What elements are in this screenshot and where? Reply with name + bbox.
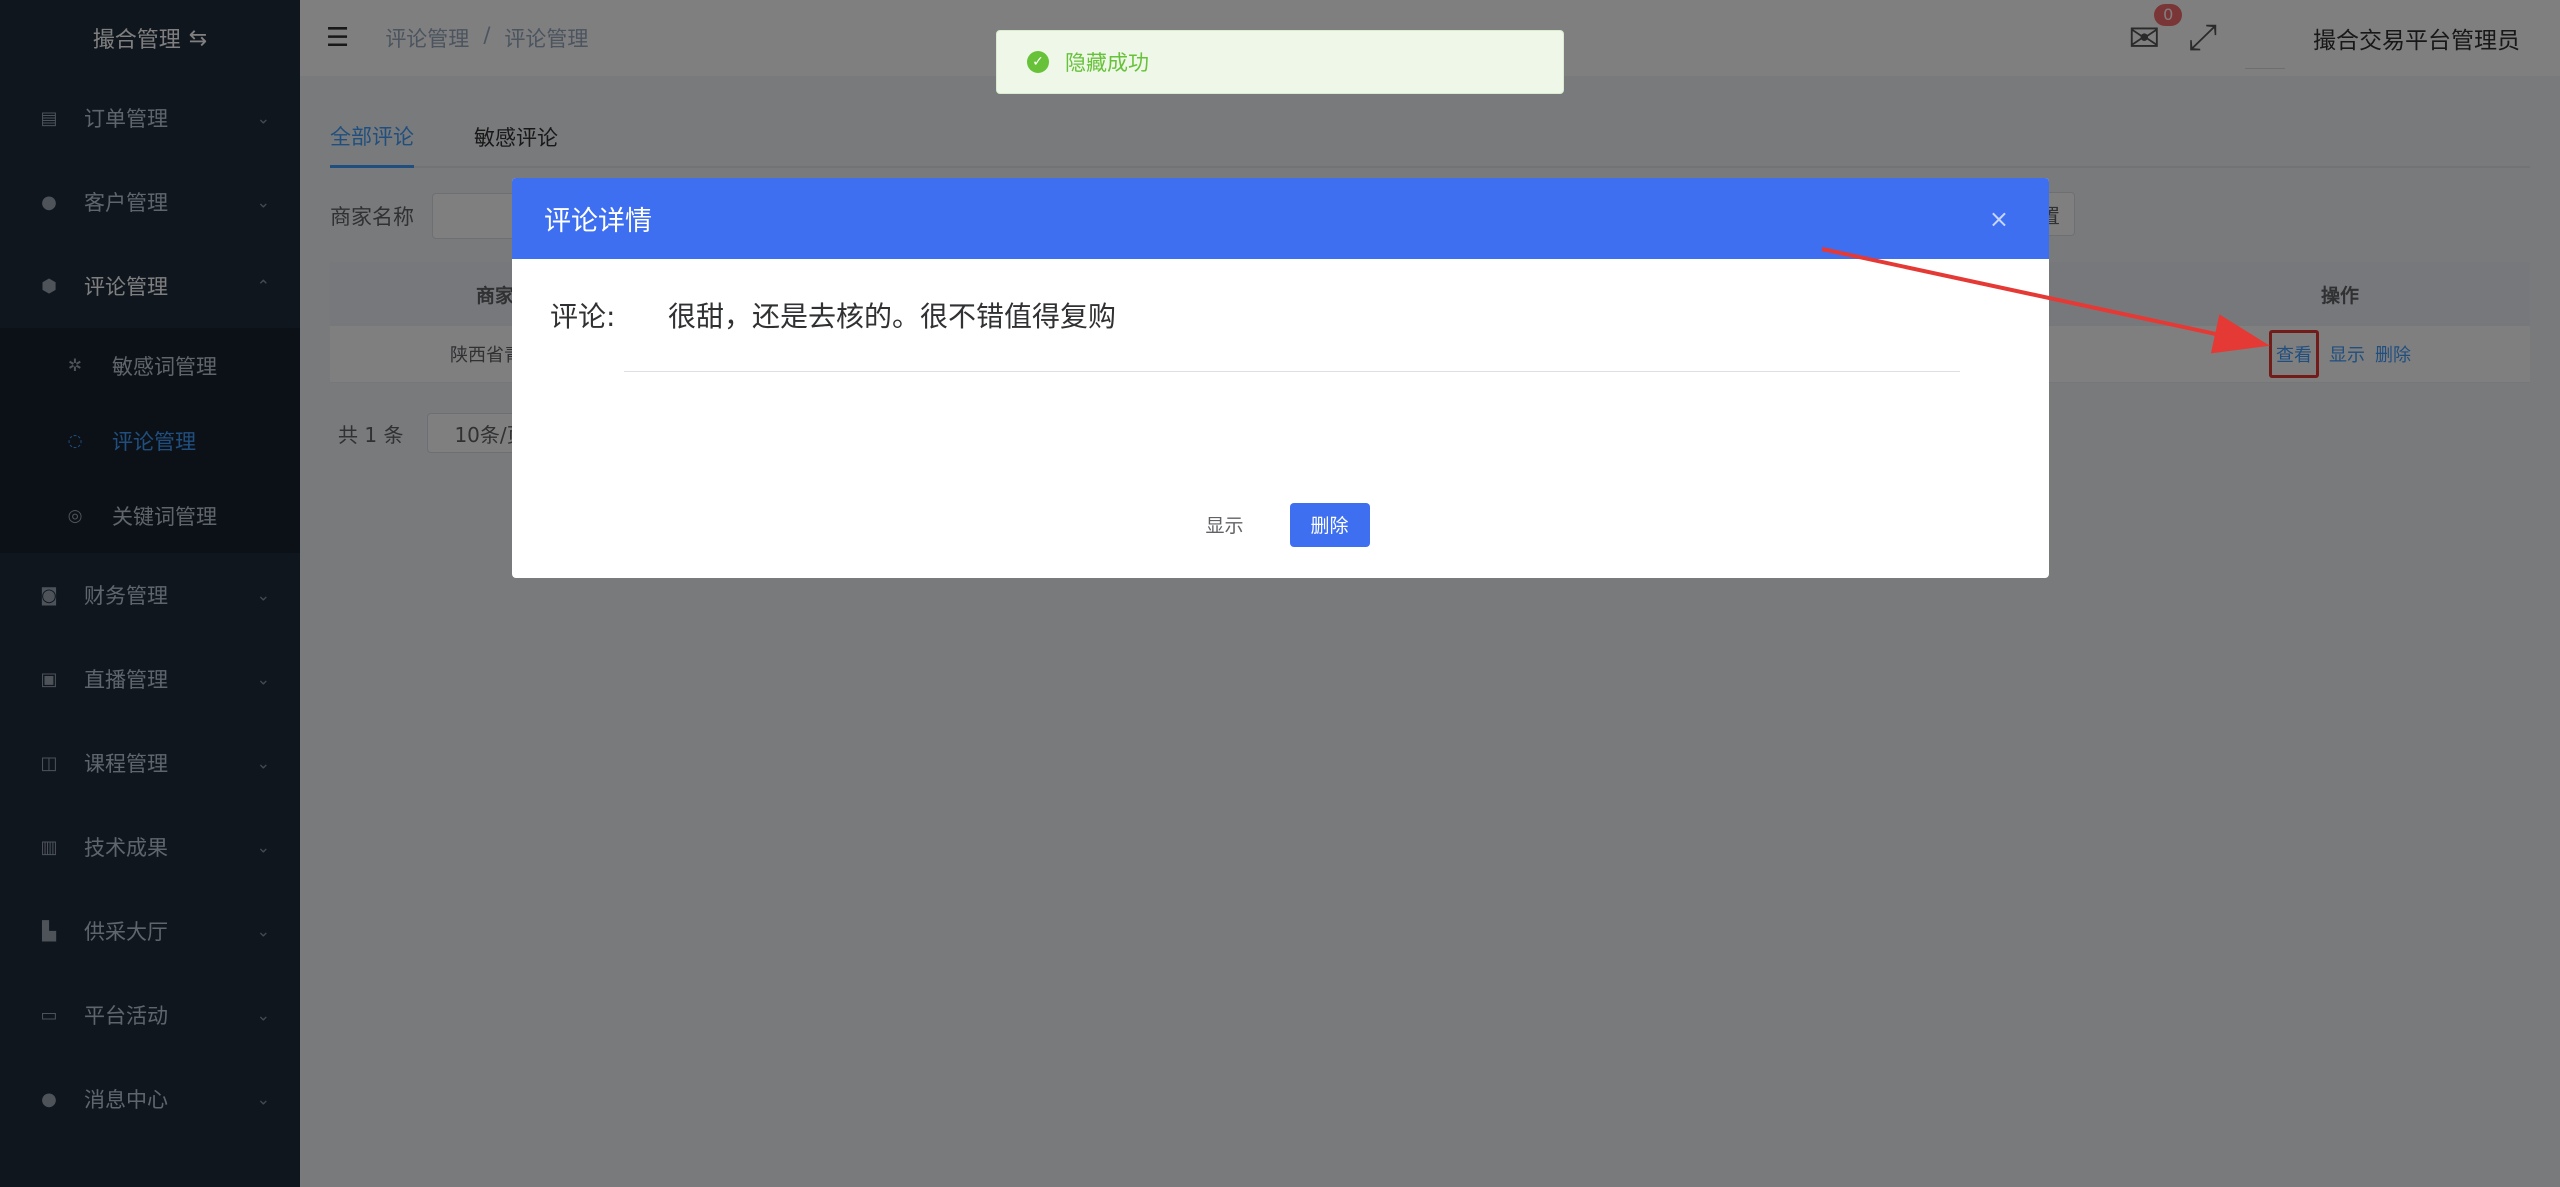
annotation-arrow (1821, 247, 2270, 354)
annotation-arrow-line (1821, 247, 2270, 354)
